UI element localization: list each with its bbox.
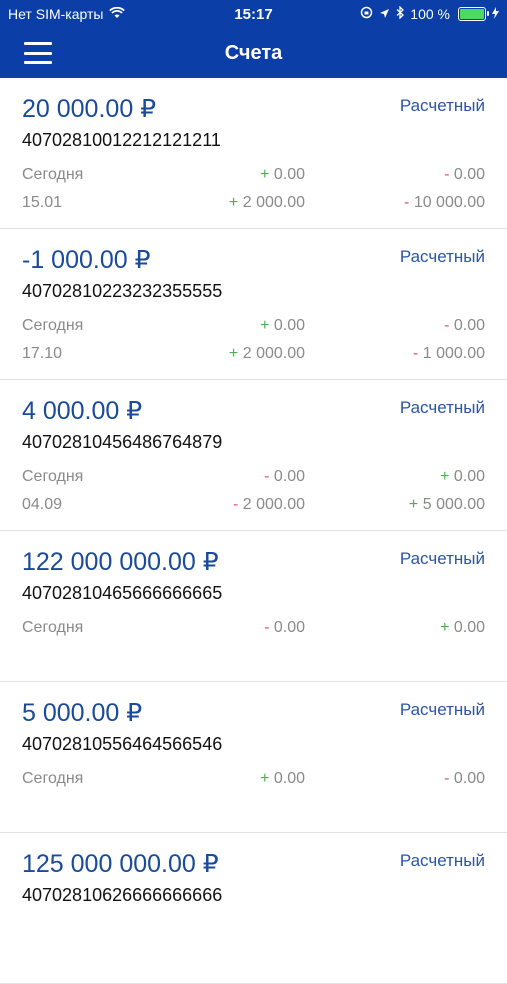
account-type: Расчетный [399, 851, 485, 870]
today-label: Сегодня [22, 468, 84, 485]
account-card[interactable]: 5 000.00 ₽ Расчетный 4070281055646456654… [0, 682, 507, 833]
outgo-sign: - [444, 166, 450, 183]
account-type: Расчетный [399, 700, 485, 719]
income-sign: + [260, 770, 270, 787]
income-value: 2 000.00 [242, 345, 305, 362]
account-type: Расчетный [399, 398, 485, 417]
location-icon [379, 6, 390, 22]
wifi-icon [109, 6, 126, 22]
top-bar: Нет SIM-карты 15:17 100 % Счета [0, 0, 507, 78]
today-income: + 0.00 [260, 166, 305, 184]
today-outgo: + 0.00 [440, 468, 485, 486]
date-label: 15.01 [22, 194, 63, 211]
today-outgo: - 0.00 [444, 166, 485, 184]
account-number: 40702810556464566546 [22, 734, 223, 754]
outgo-sign: - [444, 317, 450, 334]
account-type: Расчетный [399, 549, 485, 568]
income-sign: + [260, 317, 270, 334]
income-value: 2 000.00 [242, 194, 305, 211]
income-value: 0.00 [273, 770, 305, 787]
account-number: 40702810626666666666 [22, 885, 223, 905]
account-balance: 4 000.00 ₽ [22, 397, 143, 425]
today-income: - 0.00 [264, 468, 305, 486]
account-card[interactable]: -1 000.00 ₽ Расчетный 407028102232323555… [0, 229, 507, 380]
status-bar: Нет SIM-карты 15:17 100 % [0, 0, 507, 28]
date-label: 17.10 [22, 345, 63, 362]
outgo-value: 0.00 [453, 317, 485, 334]
income-sign: - [264, 619, 270, 636]
income-value: 0.00 [273, 619, 305, 636]
date-income: + 2 000.00 [229, 194, 305, 212]
account-number: 40702810456486764879 [22, 432, 223, 452]
outgo-sign: - [412, 345, 419, 362]
outgo-sign: + [440, 468, 450, 485]
outgo-value: 0.00 [453, 770, 485, 787]
today-label: Сегодня [22, 166, 84, 183]
date-outgo: - 10 000.00 [404, 194, 485, 212]
income-sign: + [228, 194, 239, 211]
accounts-list: 20 000.00 ₽ Расчетный 407028100122121212… [0, 78, 507, 984]
account-card[interactable]: 20 000.00 ₽ Расчетный 407028100122121212… [0, 78, 507, 229]
today-outgo: - 0.00 [444, 317, 485, 335]
today-income: + 0.00 [260, 317, 305, 335]
date-label: 04.09 [22, 496, 63, 513]
outgo-sign: - [404, 194, 410, 211]
page-title: Счета [224, 41, 283, 64]
today-label: Сегодня [22, 770, 84, 787]
date-income: + 2 000.00 [229, 345, 305, 363]
today-label: Сегодня [22, 317, 84, 334]
account-card[interactable]: 125 000 000.00 ₽ Расчетный 4070281062666… [0, 833, 507, 984]
account-balance: 20 000.00 ₽ [22, 95, 157, 123]
income-sign: + [260, 166, 270, 183]
income-sign: - [264, 468, 270, 485]
income-value: 0.00 [273, 468, 305, 485]
account-number: 40702810465666666665 [22, 583, 223, 603]
outgo-value: 1 000.00 [422, 345, 485, 362]
today-outgo: - 0.00 [444, 770, 485, 788]
date-outgo: + 5 000.00 [409, 496, 485, 514]
battery-icon [458, 7, 489, 21]
charging-icon [492, 6, 499, 22]
income-value: 0.00 [273, 166, 305, 183]
nav-bar: Счета [0, 28, 507, 78]
account-type: Расчетный [399, 247, 485, 266]
menu-icon[interactable] [24, 42, 52, 64]
outgo-value: 0.00 [453, 166, 485, 183]
status-time: 15:17 [234, 6, 273, 23]
outgo-value: 0.00 [453, 619, 485, 636]
account-balance: -1 000.00 ₽ [22, 246, 151, 274]
outgo-sign: + [408, 496, 419, 513]
account-number: 40702810012212121211 [22, 130, 221, 150]
outgo-sign: - [444, 770, 450, 787]
income-value: 2 000.00 [242, 496, 305, 513]
outgo-sign: + [440, 619, 450, 636]
account-number: 40702810223232355555 [22, 281, 223, 301]
account-card[interactable]: 122 000 000.00 ₽ Расчетный 4070281046566… [0, 531, 507, 682]
account-card[interactable]: 4 000.00 ₽ Расчетный 4070281045648676487… [0, 380, 507, 531]
account-balance: 5 000.00 ₽ [22, 699, 143, 727]
battery-percent: 100 % [410, 6, 450, 22]
today-income: - 0.00 [264, 619, 305, 637]
income-value: 0.00 [273, 317, 305, 334]
account-balance: 125 000 000.00 ₽ [22, 850, 219, 878]
income-sign: - [232, 496, 239, 513]
carrier-label: Нет SIM-карты [8, 6, 104, 22]
today-label: Сегодня [22, 619, 84, 636]
account-type: Расчетный [399, 96, 485, 115]
outgo-value: 5 000.00 [422, 496, 485, 513]
today-outgo: + 0.00 [440, 619, 485, 637]
account-balance: 122 000 000.00 ₽ [22, 548, 219, 576]
income-sign: + [228, 345, 239, 362]
today-income: + 0.00 [260, 770, 305, 788]
rotation-lock-icon [360, 6, 373, 22]
date-outgo: - 1 000.00 [413, 345, 485, 363]
outgo-value: 10 000.00 [413, 194, 485, 211]
outgo-value: 0.00 [453, 468, 485, 485]
bluetooth-icon [396, 5, 405, 22]
date-income: - 2 000.00 [233, 496, 305, 514]
